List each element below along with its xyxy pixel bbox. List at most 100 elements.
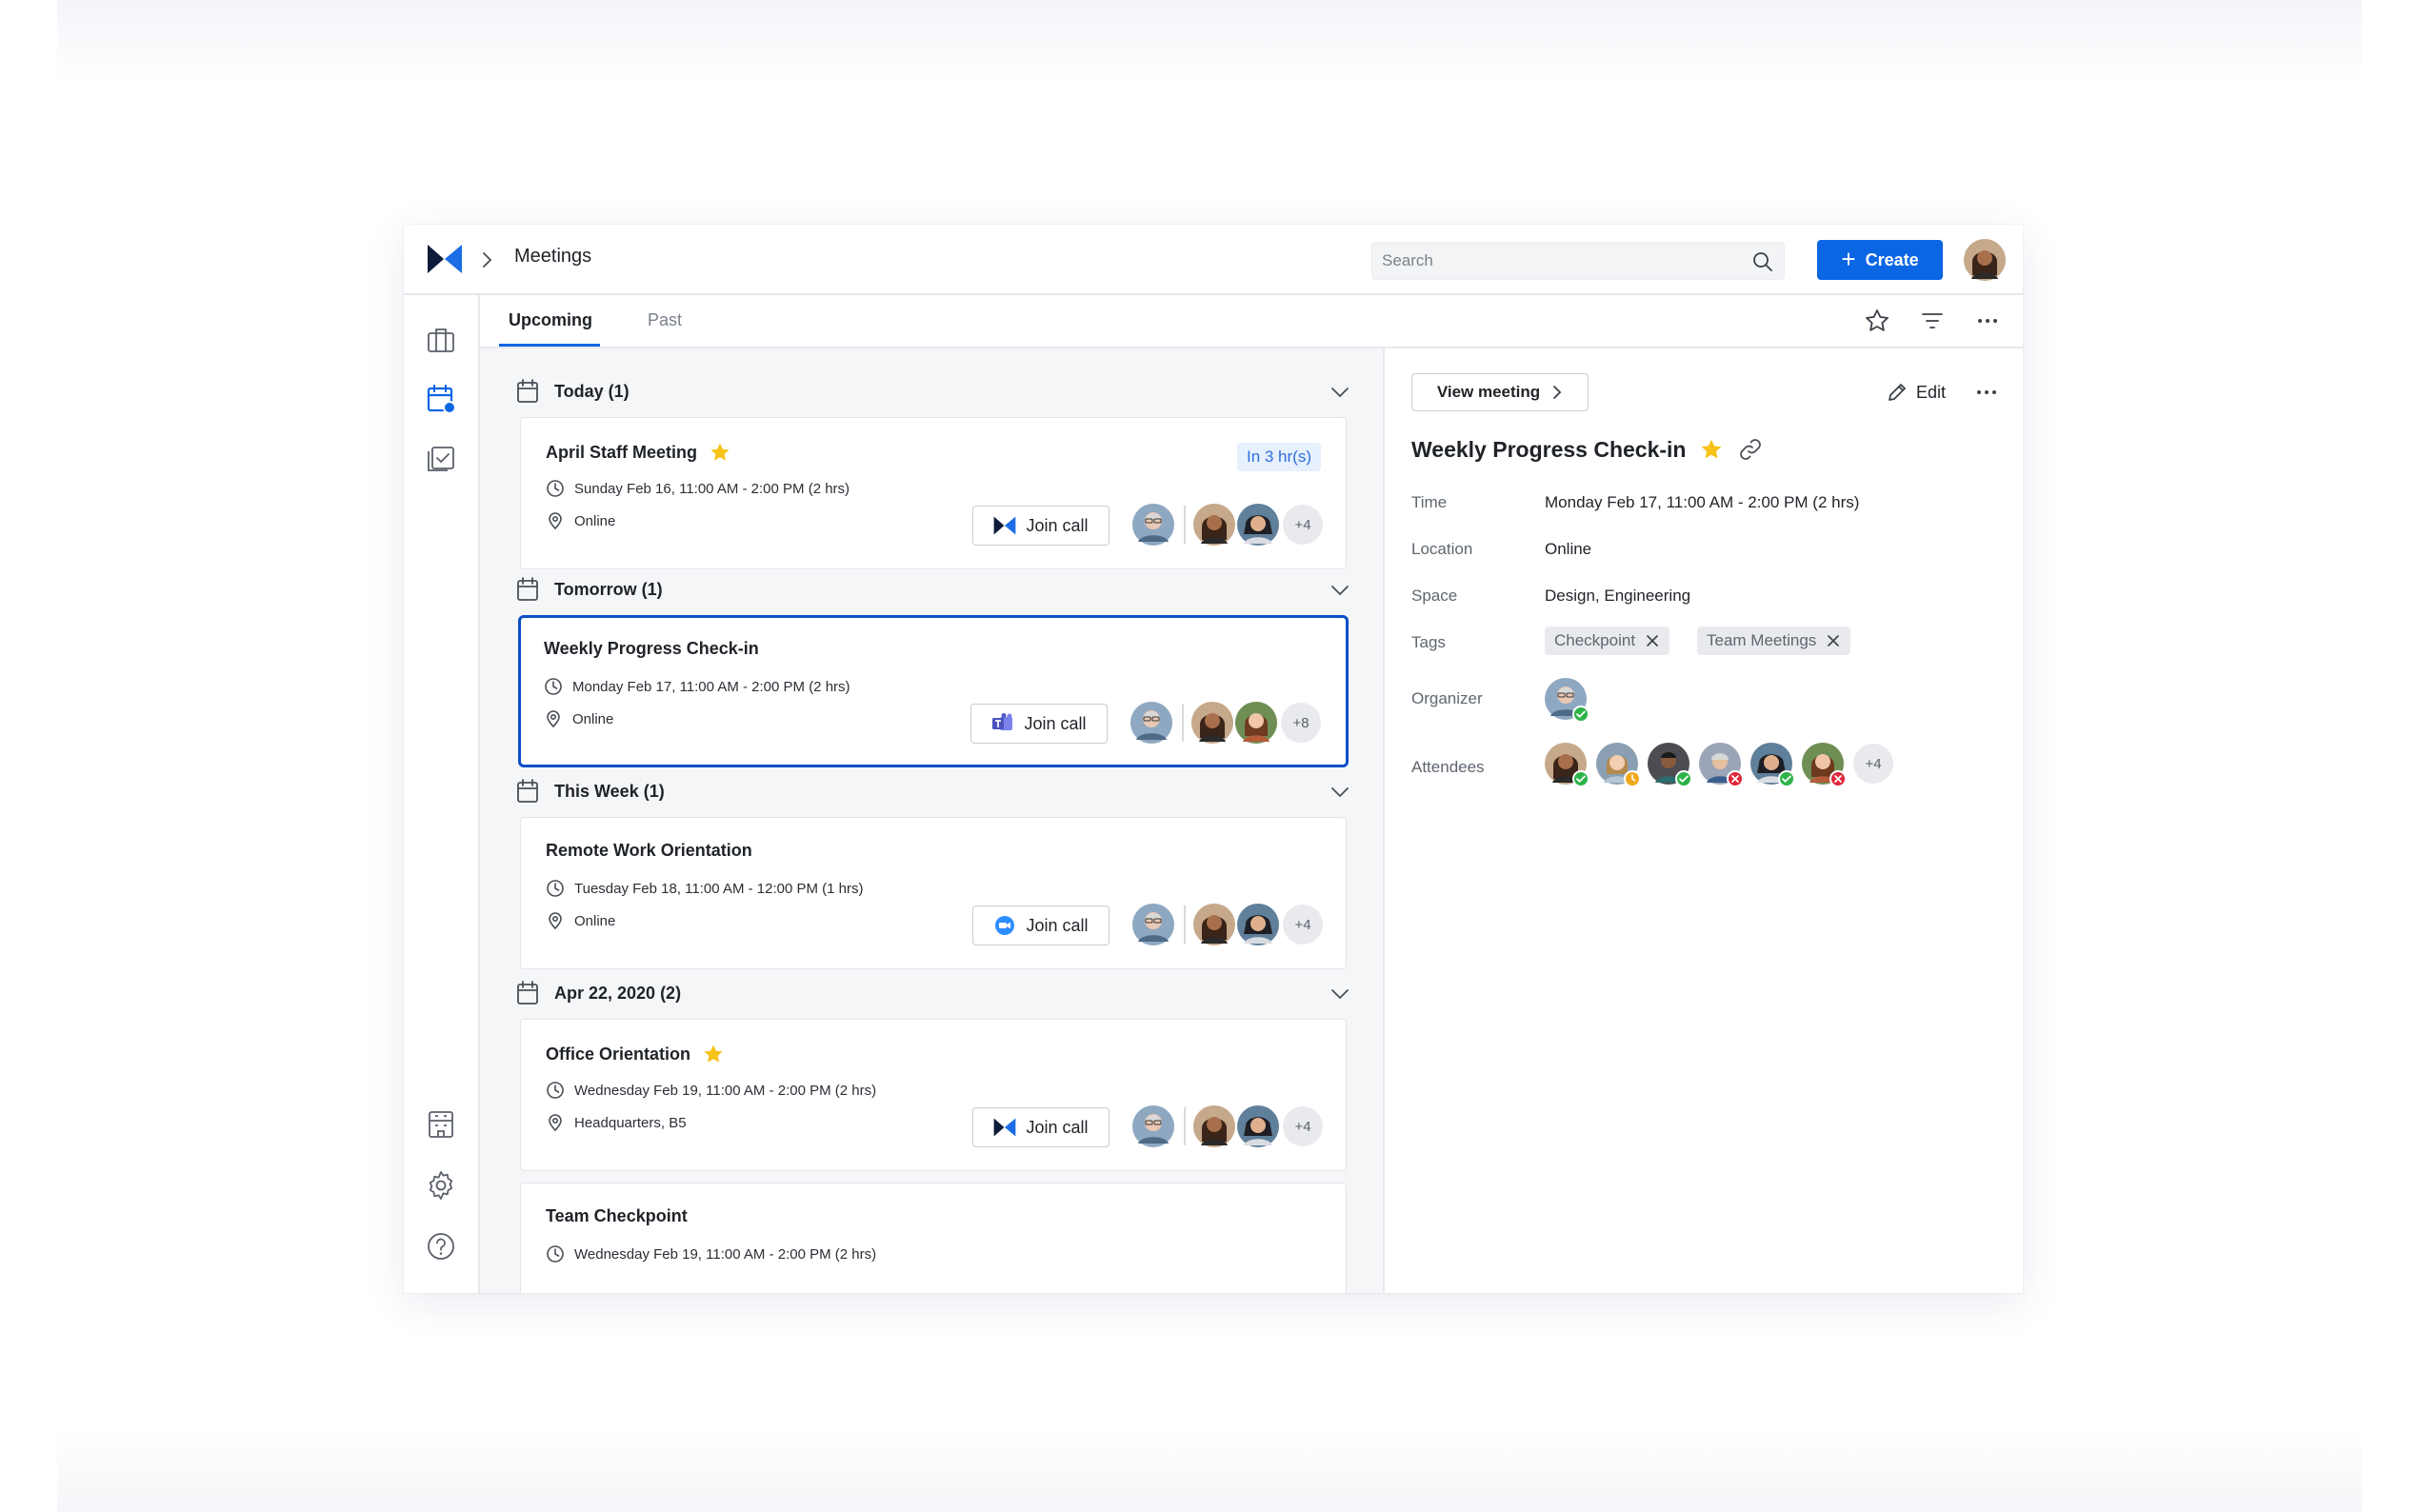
close-icon[interactable] bbox=[1645, 633, 1660, 648]
meeting-time: Tuesday Feb 18, 11:00 AM - 12:00 PM (1 h… bbox=[574, 880, 864, 897]
location-label: Location bbox=[1411, 540, 1473, 558]
join-call-label: Join call bbox=[1026, 515, 1089, 535]
view-meeting-label: View meeting bbox=[1436, 383, 1541, 401]
building-icon[interactable] bbox=[425, 1108, 457, 1141]
chevron-down-icon[interactable] bbox=[1329, 985, 1350, 1004]
location-value: Online bbox=[1545, 540, 1592, 558]
star-outline-icon[interactable] bbox=[1863, 307, 1891, 335]
join-call-label: Join call bbox=[1026, 915, 1089, 935]
settings-icon[interactable] bbox=[425, 1169, 457, 1202]
zoom-icon bbox=[993, 915, 1016, 936]
group-label: Tomorrow (1) bbox=[554, 580, 663, 599]
attendee-avatar[interactable] bbox=[1193, 1105, 1235, 1147]
link-icon[interactable] bbox=[1737, 436, 1764, 463]
group-header-apr-22[interactable]: Apr 22, 2020 (2) bbox=[516, 977, 1350, 1011]
attendee-avatar[interactable] bbox=[1802, 743, 1844, 785]
create-button-label: Create bbox=[1865, 249, 1919, 269]
calendar-icon bbox=[516, 779, 539, 804]
search-box[interactable] bbox=[1371, 242, 1785, 280]
accepted-status-icon bbox=[1778, 770, 1795, 787]
calendar-icon bbox=[516, 577, 539, 602]
join-call-button[interactable]: Join call bbox=[970, 704, 1108, 744]
tasks-icon[interactable] bbox=[425, 442, 457, 474]
search-input[interactable] bbox=[1382, 243, 1744, 279]
briefcase-icon[interactable] bbox=[425, 324, 457, 356]
time-label: Time bbox=[1411, 493, 1448, 511]
attendee-avatar[interactable] bbox=[1596, 743, 1638, 785]
user-avatar[interactable] bbox=[1964, 239, 2006, 281]
tag-label: Team Meetings bbox=[1707, 631, 1817, 649]
attendee-avatar[interactable] bbox=[1193, 904, 1235, 945]
bluejeans-icon bbox=[993, 515, 1016, 536]
group-header-today[interactable]: Today (1) bbox=[516, 375, 1350, 409]
filter-icon[interactable] bbox=[1918, 307, 1947, 335]
meeting-card[interactable]: April Staff Meeting In 3 hr(s) Sunday Fe… bbox=[520, 417, 1347, 569]
meeting-card[interactable]: Office Orientation Wednesday Feb 19, 11:… bbox=[520, 1019, 1347, 1171]
star-icon[interactable] bbox=[702, 1043, 725, 1065]
organizer-avatar[interactable] bbox=[1132, 504, 1174, 546]
join-call-button[interactable]: Join call bbox=[972, 1107, 1110, 1147]
organizer-avatar[interactable] bbox=[1132, 904, 1174, 945]
organizer-avatar[interactable] bbox=[1545, 678, 1587, 720]
group-header-tomorrow[interactable]: Tomorrow (1) bbox=[516, 573, 1350, 607]
chevron-down-icon[interactable] bbox=[1329, 783, 1350, 802]
attendee-avatar[interactable] bbox=[1545, 743, 1587, 785]
tags-list: Checkpoint Team Meetings bbox=[1545, 627, 2002, 657]
tentative-status-icon bbox=[1624, 770, 1641, 787]
top-bar: Meetings + Create bbox=[404, 225, 2023, 295]
meeting-title: Office Orientation bbox=[546, 1043, 725, 1065]
group-header-this-week[interactable]: This Week (1) bbox=[516, 775, 1350, 809]
accepted-status-icon bbox=[1572, 770, 1589, 787]
app-logo-icon[interactable] bbox=[427, 244, 463, 274]
organizer-avatar[interactable] bbox=[1132, 1105, 1174, 1147]
chevron-right-icon bbox=[1553, 386, 1562, 399]
more-attendees-count[interactable]: +4 bbox=[1283, 1106, 1323, 1146]
chevron-down-icon[interactable] bbox=[1329, 383, 1350, 402]
active-tab-indicator bbox=[499, 344, 600, 347]
view-meeting-button[interactable]: View meeting bbox=[1411, 373, 1589, 411]
more-attendees-count[interactable]: +4 bbox=[1283, 905, 1323, 945]
attendee-avatar[interactable] bbox=[1193, 504, 1235, 546]
help-icon[interactable] bbox=[425, 1230, 457, 1263]
join-call-button[interactable]: Join call bbox=[972, 506, 1110, 546]
attendee-avatar[interactable] bbox=[1235, 702, 1277, 744]
close-icon[interactable] bbox=[1826, 633, 1841, 648]
tab-past[interactable]: Past bbox=[648, 310, 682, 330]
meeting-card-selected[interactable]: Weekly Progress Check-in Monday Feb 17, … bbox=[518, 615, 1349, 767]
page-title: Meetings bbox=[514, 246, 592, 267]
tab-upcoming[interactable]: Upcoming bbox=[509, 310, 592, 330]
tag-chip[interactable]: Checkpoint bbox=[1545, 627, 1670, 655]
more-attendees-count[interactable]: +4 bbox=[1853, 744, 1893, 784]
meeting-title-text: Team Checkpoint bbox=[546, 1206, 688, 1225]
chevron-down-icon[interactable] bbox=[1329, 581, 1350, 600]
attendee-avatar[interactable] bbox=[1237, 1105, 1279, 1147]
join-call-button[interactable]: Join call bbox=[972, 905, 1110, 945]
calendar-icon[interactable] bbox=[425, 383, 457, 415]
tab-bar: Upcoming Past bbox=[480, 295, 2023, 348]
organizer-avatar[interactable] bbox=[1130, 702, 1172, 744]
accepted-status-icon bbox=[1675, 770, 1692, 787]
edit-button[interactable]: Edit bbox=[1882, 377, 1949, 408]
meeting-title: Team Checkpoint bbox=[546, 1206, 688, 1226]
attendee-avatar[interactable] bbox=[1237, 504, 1279, 546]
search-icon[interactable] bbox=[1751, 250, 1774, 273]
tag-chip[interactable]: Team Meetings bbox=[1697, 627, 1851, 655]
attendee-avatar[interactable] bbox=[1750, 743, 1792, 785]
tags-label: Tags bbox=[1411, 633, 1446, 651]
create-button[interactable]: + Create bbox=[1817, 240, 1943, 280]
attendee-avatar[interactable] bbox=[1699, 743, 1741, 785]
clock-icon bbox=[544, 677, 563, 696]
meeting-card[interactable]: Team Checkpoint Wednesday Feb 19, 11:00 … bbox=[520, 1183, 1347, 1293]
more-horizontal-icon[interactable] bbox=[1973, 379, 2000, 406]
star-icon[interactable] bbox=[1699, 437, 1724, 462]
star-icon[interactable] bbox=[709, 441, 731, 464]
more-attendees-count[interactable]: +8 bbox=[1281, 703, 1321, 743]
meeting-card[interactable]: Remote Work Orientation Tuesday Feb 18, … bbox=[520, 817, 1347, 969]
more-attendees-count[interactable]: +4 bbox=[1283, 505, 1323, 545]
more-horizontal-icon[interactable] bbox=[1973, 307, 2002, 335]
attendee-avatar[interactable] bbox=[1237, 904, 1279, 945]
attendee-avatar[interactable] bbox=[1191, 702, 1233, 744]
meeting-location-row: Online bbox=[544, 709, 613, 728]
attendee-avatar[interactable] bbox=[1648, 743, 1689, 785]
group-label: This Week (1) bbox=[554, 782, 665, 801]
